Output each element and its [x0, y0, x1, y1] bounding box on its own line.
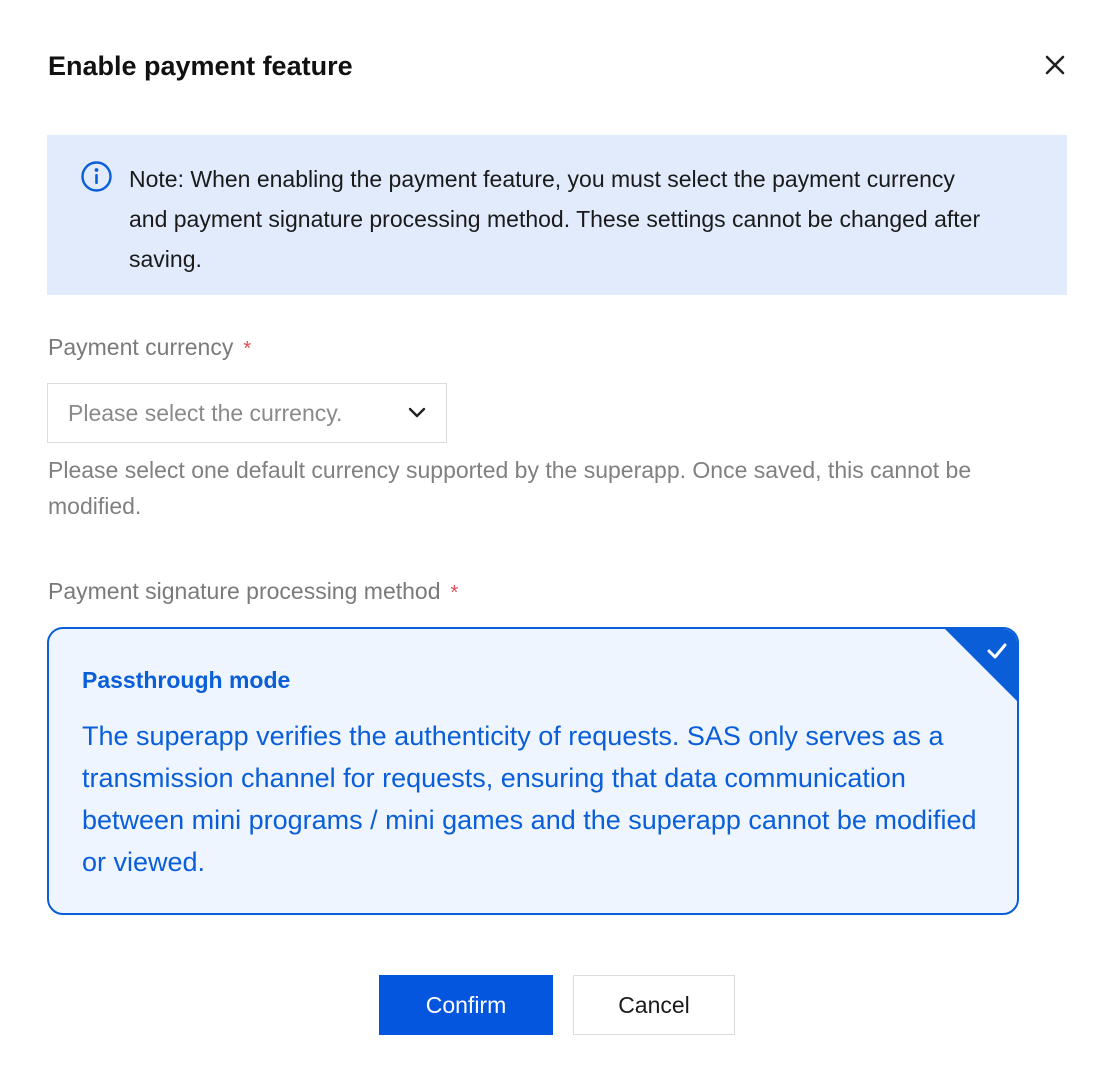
- currency-label: Payment currency *: [48, 332, 251, 364]
- confirm-button[interactable]: Confirm: [379, 975, 553, 1035]
- cancel-button[interactable]: Cancel: [573, 975, 735, 1035]
- notice-text: Note: When enabling the payment feature,…: [129, 166, 981, 272]
- signature-label: Payment signature processing method *: [48, 576, 458, 608]
- currency-placeholder: Please select the currency.: [68, 399, 343, 426]
- info-circle-icon: [81, 161, 112, 192]
- passthrough-mode-option[interactable]: Passthrough mode The superapp verifies t…: [47, 627, 1019, 915]
- currency-help-text: Please select one default currency suppo…: [48, 457, 972, 519]
- required-mark: *: [243, 338, 252, 360]
- required-mark: *: [450, 582, 459, 604]
- close-icon: [1045, 55, 1065, 75]
- option-title: Passthrough mode: [82, 667, 291, 693]
- currency-select[interactable]: Please select the currency.: [47, 383, 447, 443]
- notice-banner: Note: When enabling the payment feature,…: [47, 135, 1067, 295]
- check-icon: [987, 643, 1007, 659]
- dialog-title: Enable payment feature: [48, 51, 353, 81]
- option-description: The superapp verifies the authenticity o…: [82, 721, 977, 877]
- enable-payment-dialog: Enable payment feature Note: When enabli…: [0, 0, 1114, 1072]
- signature-label-text: Payment signature processing method: [48, 578, 441, 604]
- currency-label-text: Payment currency: [48, 334, 234, 360]
- chevron-down-icon: [408, 407, 426, 418]
- close-button[interactable]: [1038, 48, 1072, 82]
